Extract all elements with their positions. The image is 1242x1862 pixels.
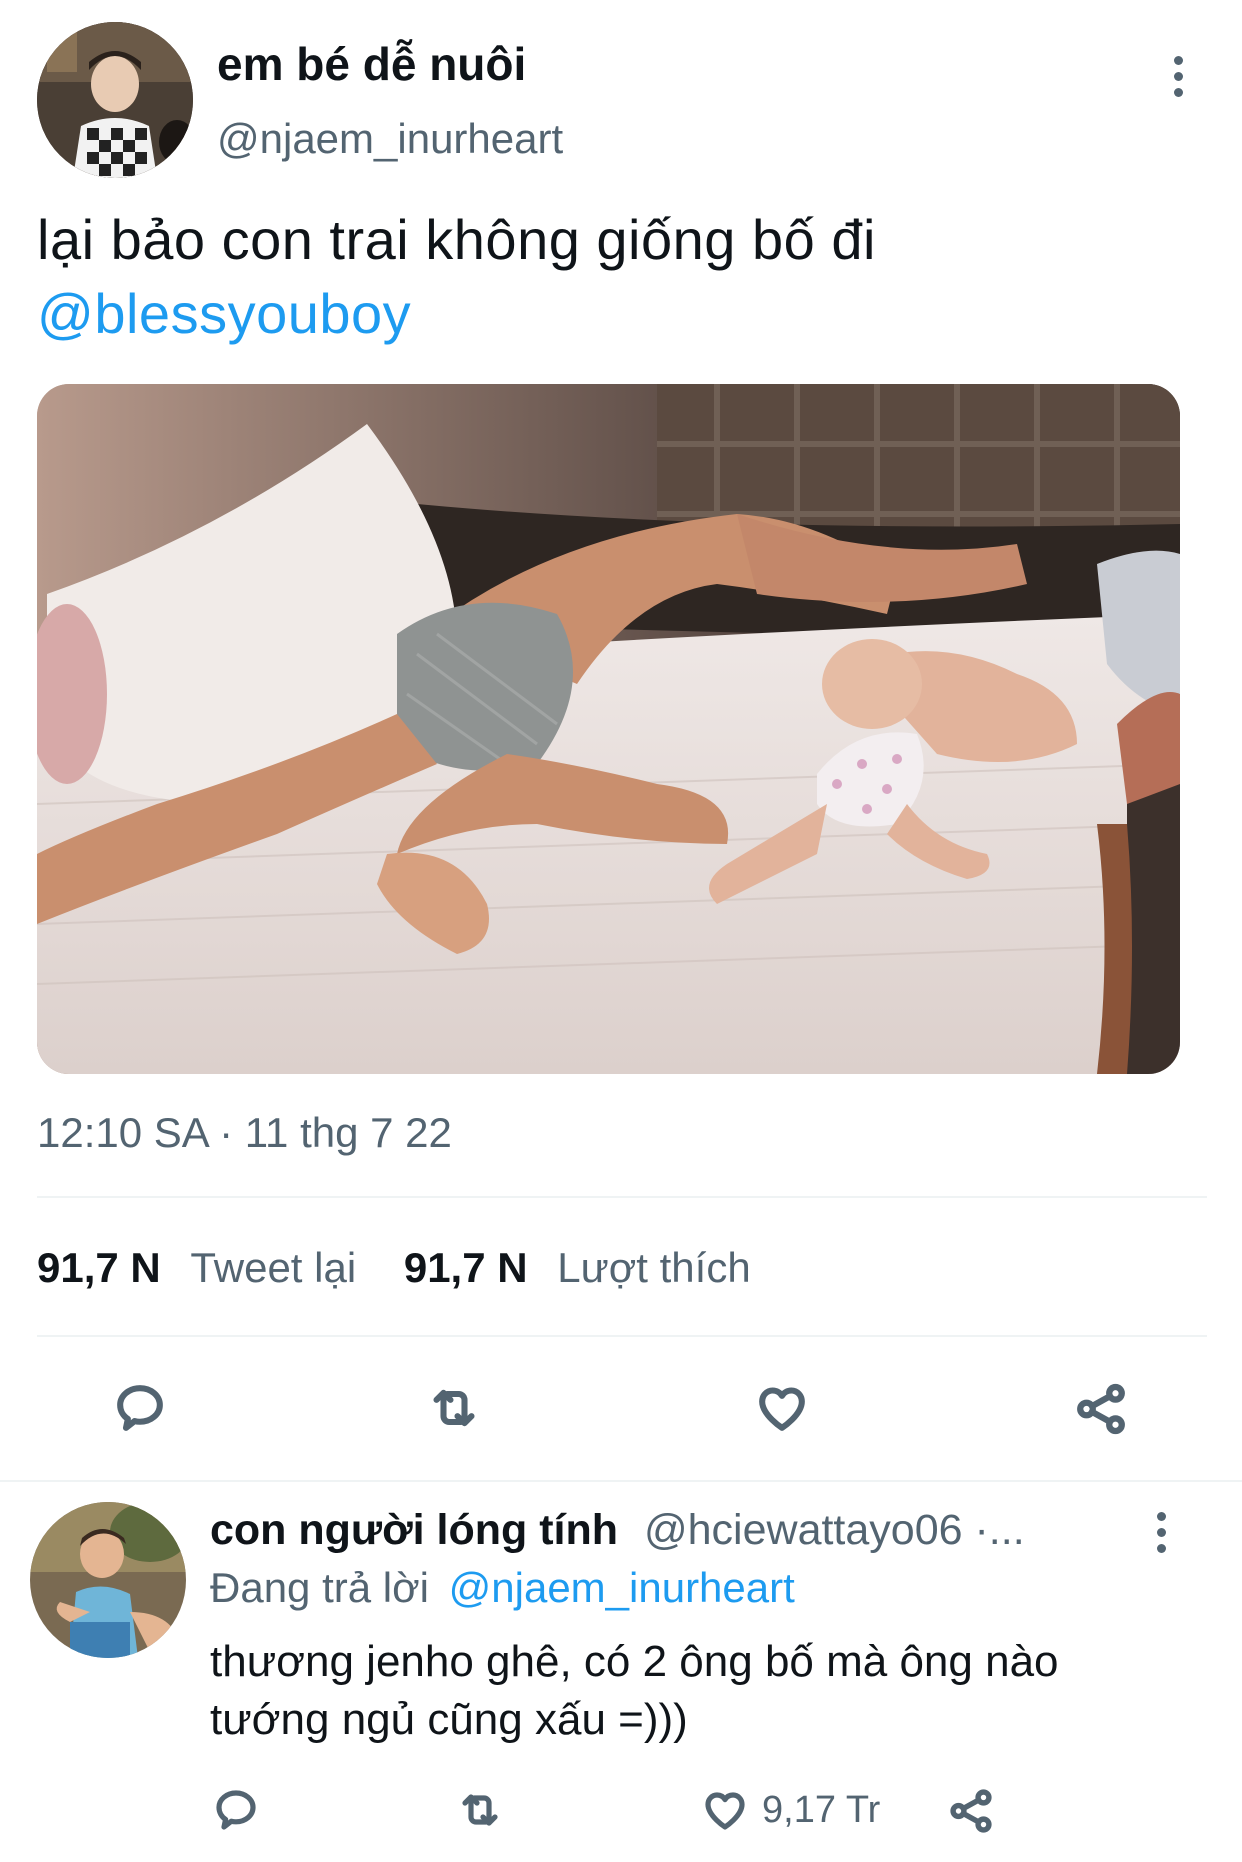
reply-like-count: 9,17 Tr	[762, 1789, 881, 1831]
author-handle[interactable]: @njaem_inurheart	[217, 114, 563, 164]
reply-text-line-1: thương jenho ghê, có 2 ông bố mà ông nào	[210, 1637, 1059, 1686]
share-icon	[950, 1789, 992, 1833]
retweets-label[interactable]: Tweet lại	[190, 1244, 356, 1291]
author-avatar[interactable]	[37, 22, 193, 178]
reply-header: con người lóng tính @hciewattayo06 ·...	[210, 1504, 1025, 1556]
tweet-mention[interactable]: @blessyouboy	[37, 280, 411, 348]
divider	[37, 1196, 1207, 1198]
reply-share-button[interactable]	[946, 1786, 996, 1836]
reply-like-button[interactable]: 9,17 Tr	[700, 1786, 880, 1834]
replying-to-line: Đang trả lời @njaem_inurheart	[210, 1562, 795, 1614]
reply-more-options-icon[interactable]	[1155, 1512, 1167, 1553]
reply-button[interactable]	[112, 1380, 168, 1436]
like-button[interactable]	[753, 1380, 811, 1436]
likes-label[interactable]: Lượt thích	[557, 1244, 750, 1291]
reply-author-name[interactable]: con người lóng tính	[210, 1506, 618, 1554]
tweet-text: lại bảo con trai không giống bố đi	[37, 208, 876, 271]
share-icon	[1077, 1383, 1125, 1435]
divider	[37, 1335, 1207, 1337]
tweet-timestamp[interactable]: 12:10 SA · 11 thg 7 22	[37, 1108, 452, 1158]
retweets-count[interactable]: 91,7 N	[37, 1244, 161, 1291]
section-divider	[0, 1480, 1242, 1482]
replying-to-label: Đang trả lời	[210, 1564, 429, 1611]
retweet-icon	[462, 1794, 498, 1826]
tweet-stats: 91,7 N Tweet lại 91,7 N Lượt thích	[37, 1243, 751, 1293]
like-icon	[759, 1387, 805, 1431]
reply-icon	[216, 1790, 256, 1830]
tweet-photo-illustration	[37, 384, 1180, 1074]
reply-avatar-photo	[30, 1502, 186, 1658]
tweet-image[interactable]	[37, 384, 1180, 1074]
reply-icon	[117, 1385, 163, 1431]
like-icon	[705, 1792, 745, 1830]
reply-author-avatar[interactable]	[30, 1502, 186, 1658]
reply-retweet-button[interactable]	[456, 1786, 504, 1834]
share-button[interactable]	[1072, 1380, 1130, 1438]
more-options-icon[interactable]	[1172, 56, 1184, 97]
replying-to-handle[interactable]: @njaem_inurheart	[449, 1564, 795, 1611]
retweet-icon	[433, 1389, 475, 1427]
author-avatar-photo	[37, 22, 193, 178]
retweet-button[interactable]	[426, 1380, 482, 1436]
reply-reply-button[interactable]	[212, 1786, 260, 1834]
author-name[interactable]: em bé dễ nuôi	[217, 38, 526, 90]
reply-text-line-2: tướng ngủ cũng xấu =)))	[210, 1695, 688, 1744]
likes-count[interactable]: 91,7 N	[404, 1244, 528, 1291]
reply-author-handle[interactable]: @hciewattayo06 ·...	[644, 1506, 1025, 1554]
